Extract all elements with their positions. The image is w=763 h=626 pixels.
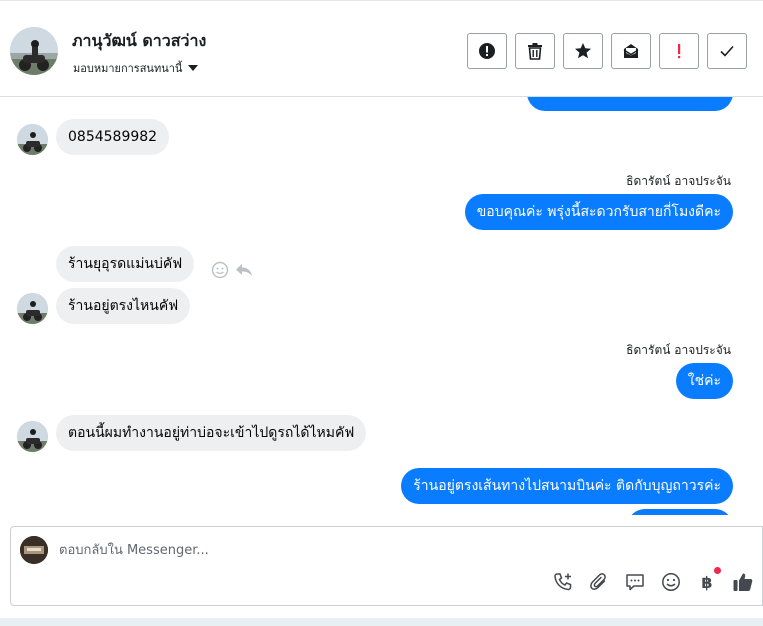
assign-conversation-dropdown[interactable]: มอบหมายการสนทนานี้ [73, 59, 199, 77]
message-bubble-incoming[interactable]: 0854589982 [56, 119, 170, 155]
exclamation-icon [678, 44, 681, 59]
paperclip-icon [590, 573, 606, 590]
thumbs-up-icon [733, 573, 753, 591]
conversation-header: ภานุวัฒน์ ดาวสว่าง มอบหมายการสนทนานี้ [0, 0, 763, 97]
sender-name: ธิดารัตน์ อาจประจัน [626, 174, 731, 188]
message-bubble-incoming[interactable]: ตอนนี้ผมทำงานอยู่ท่าบ่อจะเข้าไปดูรถได้ไห… [56, 415, 367, 451]
message-bubble-outgoing[interactable]: ร้านอยู่ตรงเส้นทางไปสนามบินค่ะ ติดกับบุญ… [401, 468, 733, 504]
emoji-icon [662, 573, 680, 591]
mark-unread-button[interactable] [611, 33, 651, 69]
contact-avatar-small [17, 124, 48, 155]
reply-composer: ฿ [10, 526, 763, 606]
add-call-button[interactable] [552, 571, 574, 593]
contact-avatar-small [17, 421, 48, 452]
message-bubble-outgoing-partial [627, 509, 733, 515]
reply-icon[interactable] [235, 262, 253, 278]
sender-name: ธิดารัตน์ อาจประจัน [626, 343, 731, 357]
footer-strip [0, 618, 763, 626]
trash-icon [528, 43, 542, 60]
info-icon [479, 43, 495, 59]
assign-label: มอบหมายการสนทนานี้ [73, 62, 183, 75]
spam-button[interactable] [467, 33, 507, 69]
star-icon [575, 43, 591, 59]
like-button[interactable] [732, 571, 754, 593]
done-button[interactable] [707, 33, 747, 69]
message-bubble-outgoing[interactable]: ใช่ค่ะ [675, 363, 733, 399]
message-thread[interactable]: 0854589982 ธิดารัตน์ อาจประจัน ขอบคุณค่ะ… [0, 97, 763, 515]
page-avatar [20, 536, 48, 564]
baht-payment-icon: ฿ [701, 572, 713, 592]
mail-icon [623, 44, 639, 58]
follow-up-button[interactable] [659, 33, 699, 69]
star-button[interactable] [563, 33, 603, 69]
payment-button[interactable]: ฿ [696, 567, 721, 593]
messenger-inbox-conversation: ภานุวัฒน์ ดาวสว่าง มอบหมายการสนทนานี้ 08… [0, 0, 763, 626]
message-bubble-outgoing[interactable]: ขอบคุณค่ะ พรุ่งนี้สะดวกรับสายกี่โมงดีคะ [464, 194, 733, 230]
attach-button[interactable] [588, 571, 610, 593]
react-emoji-icon[interactable] [211, 261, 229, 279]
message-bubble-outgoing-partial [527, 97, 733, 111]
emoji-button[interactable] [660, 571, 682, 593]
caret-down-icon [188, 65, 199, 71]
composer-tools: ฿ [552, 567, 754, 593]
add-call-icon [554, 573, 572, 591]
saved-reply-button[interactable] [624, 571, 646, 593]
reply-input[interactable] [59, 539, 659, 561]
message-actions [211, 261, 253, 279]
delete-button[interactable] [515, 33, 555, 69]
contact-avatar[interactable] [10, 27, 58, 75]
checkmark-icon [720, 45, 734, 57]
message-bubble-incoming[interactable]: ร้านอยู่ตรงไหนคัฟ [56, 288, 191, 324]
notification-dot [714, 567, 721, 574]
conversation-toolbar [467, 33, 747, 69]
contact-name[interactable]: ภานุวัฒน์ ดาวสว่าง [72, 29, 206, 54]
saved-reply-icon [626, 574, 644, 591]
contact-avatar-small [17, 293, 48, 324]
message-bubble-incoming[interactable]: ร้านยุอุรดแม่นบ่คัฟ [56, 246, 195, 282]
